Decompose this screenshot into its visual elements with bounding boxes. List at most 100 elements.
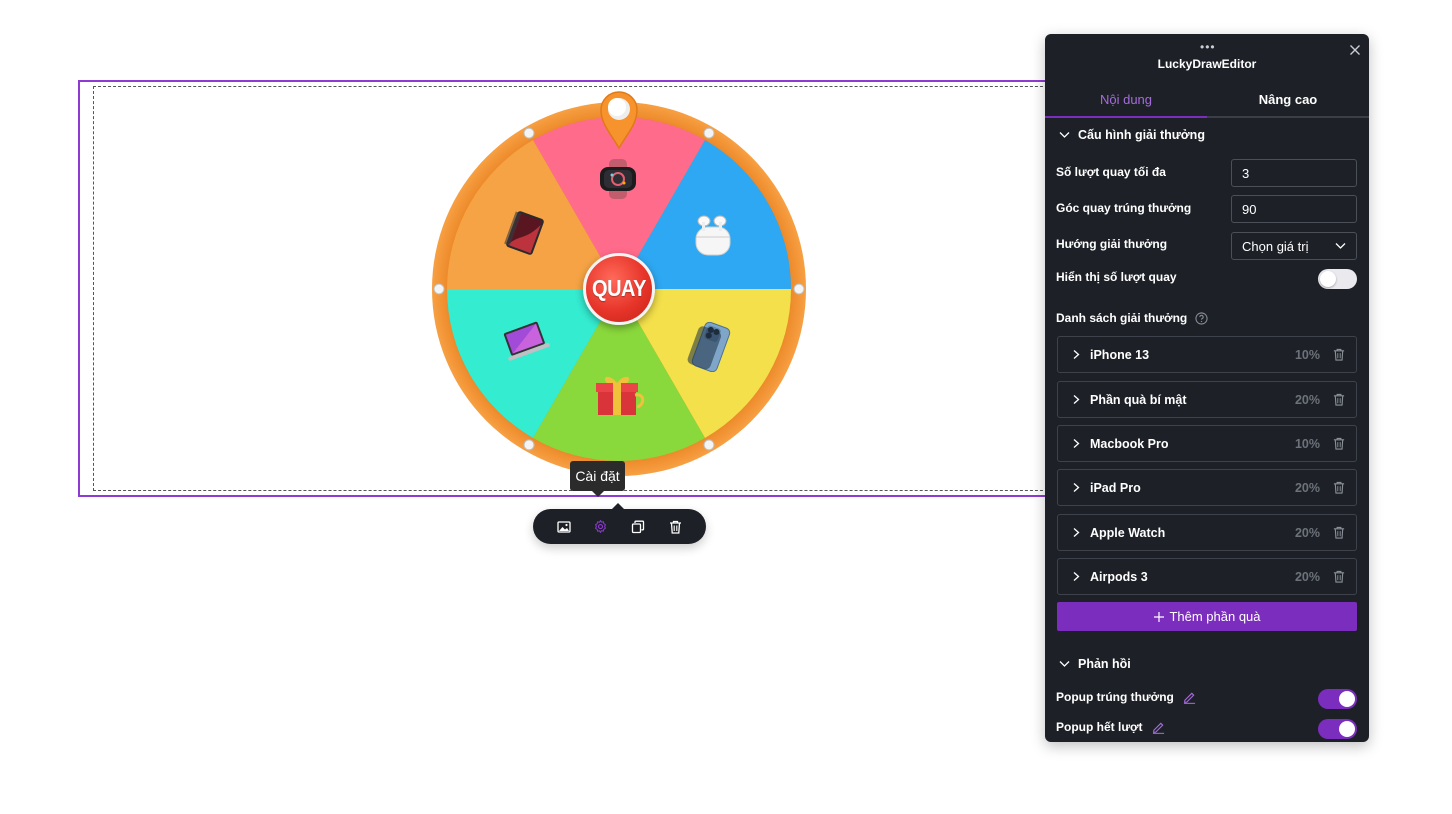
chevron-right-icon <box>1073 528 1080 537</box>
duplicate-button[interactable] <box>625 514 651 540</box>
section-prize-config[interactable]: Cấu hình giải thưởng <box>1059 128 1205 142</box>
settings-tooltip: Cài đặt <box>570 461 625 497</box>
trash-icon[interactable] <box>1332 437 1346 450</box>
trash-icon <box>669 520 681 534</box>
prize-name: Apple Watch <box>1090 525 1166 540</box>
wheel-peg <box>793 283 805 295</box>
editor-canvas: QUAY Cài đặt ••• LuckyDrawEditor Nội dun… <box>0 0 1452 814</box>
prize-list-heading: Danh sách giải thưởng <box>1056 311 1208 325</box>
prize-row[interactable]: Airpods 3 20% <box>1057 558 1357 595</box>
win-angle-label: Góc quay trúng thưởng <box>1056 201 1192 215</box>
prize-name: Phần quà bí mật <box>1090 392 1187 407</box>
max-spins-label: Số lượt quay tối đa <box>1056 165 1166 179</box>
popup-win-row: Popup trúng thưởng <box>1056 690 1196 705</box>
prize-direction-select[interactable]: Chọn giá trị <box>1231 232 1357 260</box>
chevron-right-icon <box>1073 483 1080 492</box>
toggle-knob <box>1339 721 1355 737</box>
trash-icon[interactable] <box>1332 526 1346 539</box>
airpods-icon <box>688 211 734 257</box>
popup-win-label: Popup trúng thưởng <box>1056 690 1174 704</box>
popup-out-row: Popup hết lượt <box>1056 720 1165 735</box>
prize-direction-label: Hướng giải thưởng <box>1056 237 1168 251</box>
prize-name: Airpods 3 <box>1090 569 1148 584</box>
show-spins-label: Hiển thị số lượt quay <box>1056 270 1177 284</box>
trash-icon[interactable] <box>1332 570 1346 583</box>
ipad-icon <box>502 210 548 256</box>
drag-handle[interactable]: ••• <box>1200 40 1216 54</box>
wheel-peg <box>523 127 535 139</box>
chevron-right-icon <box>1073 350 1080 359</box>
image-icon <box>556 520 571 533</box>
chevron-right-icon <box>1073 572 1080 581</box>
trash-icon[interactable] <box>1332 348 1346 361</box>
panel-title: LuckyDrawEditor <box>1157 57 1257 71</box>
prize-row[interactable]: iPad Pro 20% <box>1057 469 1357 506</box>
prize-percent: 20% <box>1294 392 1320 407</box>
prize-percent: 20% <box>1294 569 1320 584</box>
chevron-right-icon <box>1073 395 1080 404</box>
tab-advanced[interactable]: Nâng cao <box>1207 86 1369 116</box>
prize-name: iPad Pro <box>1090 480 1141 495</box>
delete-button[interactable] <box>662 514 688 540</box>
wheel-peg <box>703 127 715 139</box>
gear-icon <box>595 520 607 533</box>
chevron-right-icon <box>1073 439 1080 448</box>
image-button[interactable] <box>551 514 577 540</box>
tooltip-text: Cài đặt <box>575 468 620 484</box>
popup-out-label: Popup hết lượt <box>1056 720 1143 734</box>
prize-percent: 10% <box>1294 436 1320 451</box>
prize-row[interactable]: Phần quà bí mật 20% <box>1057 381 1357 418</box>
close-button[interactable] <box>1347 42 1363 58</box>
wheel-peg <box>433 283 445 295</box>
prize-percent: 20% <box>1294 525 1320 540</box>
edit-pencil-icon[interactable] <box>1183 691 1196 705</box>
close-icon <box>1350 45 1360 55</box>
trash-icon[interactable] <box>1332 481 1346 494</box>
prize-row[interactable]: Macbook Pro 10% <box>1057 425 1357 462</box>
help-icon[interactable] <box>1194 312 1208 325</box>
toggle-knob <box>1320 271 1336 287</box>
popup-out-toggle[interactable] <box>1318 719 1357 739</box>
prize-direction-value: Chọn giá trị <box>1242 238 1309 254</box>
lucky-wheel[interactable]: QUAY <box>430 91 808 478</box>
prize-row[interactable]: iPhone 13 10% <box>1057 336 1357 373</box>
tab-content[interactable]: Nội dung <box>1045 86 1207 118</box>
max-spins-input[interactable]: 3 <box>1231 159 1357 187</box>
edit-pencil-icon[interactable] <box>1152 721 1165 735</box>
show-spins-toggle[interactable] <box>1318 269 1357 289</box>
lucky-draw-editor-panel: ••• LuckyDrawEditor Nội dung Nâng cao Cấ… <box>1045 34 1369 742</box>
chevron-down-icon <box>1059 132 1070 138</box>
settings-button[interactable] <box>588 514 614 540</box>
section-title: Cấu hình giải thưởng <box>1078 128 1205 142</box>
prize-row[interactable]: Apple Watch 20% <box>1057 514 1357 551</box>
chevron-down-icon <box>1335 243 1346 249</box>
add-prize-button[interactable]: Thêm phần quà <box>1057 602 1357 631</box>
chevron-down-icon <box>1059 661 1070 667</box>
watch-icon <box>596 157 642 203</box>
prize-percent: 20% <box>1294 480 1320 495</box>
add-prize-label: Thêm phần quà <box>1169 609 1261 624</box>
trash-icon[interactable] <box>1332 393 1346 406</box>
prize-list-label: Danh sách giải thưởng <box>1056 311 1188 325</box>
spin-button[interactable]: QUAY <box>583 253 655 325</box>
section-feedback[interactable]: Phản hồi <box>1059 657 1131 671</box>
section-title: Phản hồi <box>1078 657 1131 671</box>
panel-tabs: Nội dung Nâng cao <box>1045 86 1369 118</box>
duplicate-icon <box>631 520 645 533</box>
plus-icon <box>1154 611 1165 622</box>
win-angle-input[interactable]: 90 <box>1231 195 1357 223</box>
prize-name: iPhone 13 <box>1090 347 1150 362</box>
macbook-icon <box>502 320 550 366</box>
widget-toolbar <box>533 503 706 544</box>
prize-percent: 10% <box>1294 347 1320 362</box>
toggle-knob <box>1339 691 1355 707</box>
wheel-peg <box>703 439 715 451</box>
wheel-peg <box>523 439 535 451</box>
prize-name: Macbook Pro <box>1090 436 1169 451</box>
max-spins-value: 3 <box>1242 165 1250 181</box>
gift-icon <box>595 373 645 419</box>
popup-win-toggle[interactable] <box>1318 689 1357 709</box>
wheel-pointer <box>600 91 638 150</box>
iphone-icon <box>687 322 733 372</box>
win-angle-value: 90 <box>1242 201 1257 217</box>
